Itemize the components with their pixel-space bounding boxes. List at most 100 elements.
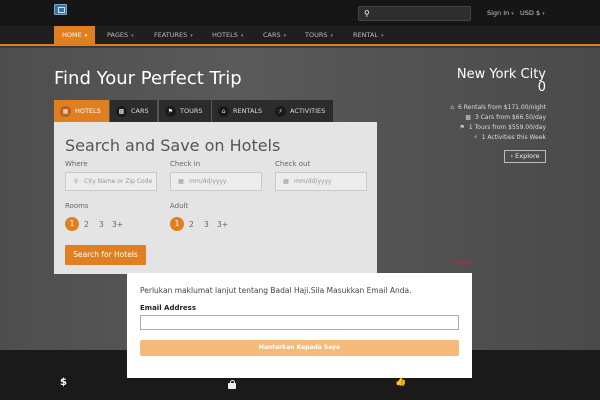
checkout-placeholder: mm/dd/yyyy xyxy=(294,178,332,185)
thumbs-up-icon: 👍 xyxy=(395,377,407,387)
adult-option-2[interactable]: 2 xyxy=(189,220,194,229)
where-placeholder: City Name or Zip Code xyxy=(84,178,153,185)
chevron-down-icon: ▾ xyxy=(542,11,545,17)
home-icon: ⌂ xyxy=(450,104,455,111)
tab-cars[interactable]: ▩ CARS xyxy=(110,100,157,122)
popup-message: Perlukan maklumat lanjut tentang Badal H… xyxy=(140,286,412,295)
city-name: New York City xyxy=(456,67,546,82)
sign-in-link[interactable]: Sign In ▾ xyxy=(487,9,514,17)
stat-activities: ⚡ 1 Activities this Week xyxy=(390,134,546,141)
adult-label: Adult xyxy=(170,202,189,210)
tab-label: ACTIVITIES xyxy=(290,107,326,115)
nav-label: RENTAL xyxy=(353,31,379,39)
stat-text: 1 Tours from $559.00/day xyxy=(468,124,546,131)
tab-hotels[interactable]: ▦ HOTELS xyxy=(54,100,109,122)
stat-text: 6 Rentals from $171.00/night xyxy=(458,104,546,111)
where-label: Where xyxy=(65,160,88,168)
nav-item-hotels[interactable]: HOTELS ▾ xyxy=(204,26,251,44)
tab-label: HOTELS xyxy=(75,107,101,115)
hotel-search-form: Search and Save on Hotels Where ⚲ City Na… xyxy=(54,122,377,274)
page-title: Find Your Perfect Trip xyxy=(54,68,242,89)
search-icon: ⚲ xyxy=(364,9,370,18)
car-icon: ▩ xyxy=(465,114,471,121)
explore-label: Explore xyxy=(515,152,540,160)
site-search[interactable]: ⚲ xyxy=(358,6,471,21)
logo[interactable] xyxy=(54,4,67,15)
where-input[interactable]: ⚲ City Name or Zip Code xyxy=(65,172,157,191)
nav-item-tours[interactable]: TOURS ▾ xyxy=(297,26,341,44)
tab-label: CARS xyxy=(131,107,149,115)
adult-option-3[interactable]: 3 xyxy=(204,220,209,229)
rooms-option-3[interactable]: 3 xyxy=(99,220,104,229)
search-hotels-button[interactable]: Search for Hotels xyxy=(65,245,146,265)
building-icon: ▦ xyxy=(60,105,71,117)
currency-selector[interactable]: USD $ ▾ xyxy=(520,9,545,17)
stat-tours: ⚑ 1 Tours from $559.00/day xyxy=(390,124,546,131)
chevron-down-icon: ▾ xyxy=(511,11,514,17)
nav-label: CARS xyxy=(263,31,281,39)
nav-item-home[interactable]: HOME ▾ xyxy=(54,26,96,44)
home-icon: ⌂ xyxy=(218,105,229,117)
stat-text: 1 Activities this Week xyxy=(481,134,546,141)
chevron-down-icon: ▾ xyxy=(84,33,88,39)
car-icon: ▩ xyxy=(116,105,127,117)
checkin-label: Check in xyxy=(170,160,201,168)
checkin-input[interactable]: ▦ mm/dd/yyyy xyxy=(170,172,262,191)
top-bar: ⚲ Sign In ▾ USD $ ▾ xyxy=(0,0,600,26)
sign-in-label: Sign In xyxy=(487,9,510,17)
rooms-option-1[interactable]: 1 xyxy=(65,217,79,231)
email-field[interactable] xyxy=(140,315,459,330)
explore-button[interactable]: › Explore xyxy=(504,150,546,163)
tab-tours[interactable]: ⚑ TOURS xyxy=(159,100,211,122)
nav-label: PAGES xyxy=(107,31,129,39)
stat-text: 3 Cars from $66.50/day xyxy=(474,114,546,121)
main-nav: HOME ▾ PAGES ▾ FEATURES ▾ HOTELS ▾ CARS ▾ TOU… xyxy=(0,26,600,46)
chevron-down-icon: ▾ xyxy=(330,33,334,39)
stat-rentals: ⌂ 6 Rentals from $171.00/night xyxy=(390,104,546,111)
flag-icon: ⚑ xyxy=(459,124,465,131)
calendar-icon: ▦ xyxy=(283,178,289,185)
search-input[interactable] xyxy=(375,8,467,19)
city-heading: New York City 0 xyxy=(440,68,546,94)
rooms-label: Rooms xyxy=(65,202,89,210)
popup-close-button[interactable]: close xyxy=(455,260,471,266)
chevron-down-icon: ▾ xyxy=(240,33,244,39)
map-marker-icon: ⚲ xyxy=(73,178,79,185)
bolt-icon: ⚡ xyxy=(473,134,478,141)
rooms-option-2[interactable]: 2 xyxy=(84,220,89,229)
chevron-down-icon: ▾ xyxy=(190,33,193,39)
nav-label: HOTELS xyxy=(212,31,238,39)
tab-label: TOURS xyxy=(180,107,203,115)
checkout-label: Check out xyxy=(275,160,311,168)
adult-option-3plus[interactable]: 3+ xyxy=(217,220,228,229)
calendar-icon: ▦ xyxy=(178,178,184,185)
chevron-down-icon: ▾ xyxy=(381,33,384,39)
lock-icon xyxy=(228,380,236,389)
nav-item-cars[interactable]: CARS ▾ xyxy=(255,26,294,44)
bolt-icon: ⚡ xyxy=(275,105,286,117)
checkout-input[interactable]: ▦ mm/dd/yyyy xyxy=(275,172,367,191)
chevron-down-icon: ▾ xyxy=(131,33,134,39)
tab-label: RENTALS xyxy=(233,107,263,115)
submit-button[interactable]: Hantarkan Kepada Saya xyxy=(140,340,459,356)
email-label: Email Address xyxy=(140,304,197,312)
nav-label: FEATURES xyxy=(154,31,188,39)
dollar-icon: $ xyxy=(60,377,67,388)
nav-item-rental[interactable]: RENTAL ▾ xyxy=(345,26,392,44)
city-count: 0 xyxy=(537,80,546,95)
email-popup: Perlukan maklumat lanjut tentang Badal H… xyxy=(127,273,472,378)
nav-label: HOME xyxy=(62,31,82,39)
currency-label: USD $ xyxy=(520,9,541,17)
nav-label: TOURS xyxy=(305,31,328,39)
rooms-option-3plus[interactable]: 3+ xyxy=(112,220,123,229)
checkin-placeholder: mm/dd/yyyy xyxy=(189,178,227,185)
adult-option-1[interactable]: 1 xyxy=(170,217,184,231)
nav-item-features[interactable]: FEATURES ▾ xyxy=(146,26,201,44)
search-form-title: Search and Save on Hotels xyxy=(65,136,281,155)
flag-icon: ⚑ xyxy=(165,105,176,117)
stat-cars: ▩ 3 Cars from $66.50/day xyxy=(390,114,546,121)
chevron-down-icon: ▾ xyxy=(283,33,287,39)
tab-activities[interactable]: ⚡ ACTIVITIES xyxy=(269,100,334,122)
nav-item-pages[interactable]: PAGES ▾ xyxy=(99,26,142,44)
tab-rentals[interactable]: ⌂ RENTALS xyxy=(212,100,271,122)
